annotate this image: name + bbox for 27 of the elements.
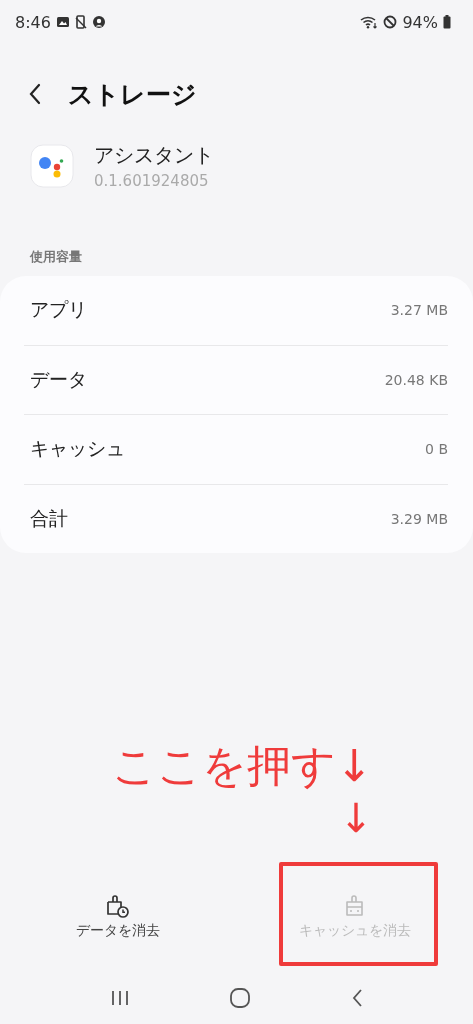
page-title: ストレージ (68, 78, 197, 111)
app-name: アシスタント (94, 142, 214, 169)
do-not-disturb-icon (383, 15, 398, 29)
clear-data-button[interactable]: データを消去 (70, 888, 167, 946)
annotation-text: ここを押す↓ (112, 739, 373, 793)
battery-icon (443, 15, 451, 29)
storage-value: 3.27 MB (390, 302, 448, 319)
gallery-icon (55, 16, 70, 28)
storage-label: キャッシュ (29, 436, 125, 462)
wifi-icon (360, 15, 379, 29)
storage-value: 3.29 MB (390, 510, 448, 527)
back-button[interactable] (28, 82, 42, 106)
battery-percent: 94% (402, 12, 438, 32)
storage-label: データ (29, 366, 87, 392)
status-time: 8:46 (15, 12, 51, 32)
storage-value: 20.48 KB (384, 371, 448, 388)
app-version: 0.1.601924805 (94, 172, 210, 190)
storage-label: アプリ (29, 297, 87, 323)
storage-label: 合計 (29, 505, 68, 531)
phone-icon (74, 15, 87, 29)
storage-value: 0 B (425, 441, 448, 458)
brush-clock-icon (105, 894, 132, 918)
section-title: 使用容量 (28, 248, 83, 266)
brush-icon (343, 894, 366, 918)
account-icon (91, 15, 106, 29)
annotation-arrow: ↓ (339, 796, 373, 840)
app-icon (30, 144, 74, 188)
